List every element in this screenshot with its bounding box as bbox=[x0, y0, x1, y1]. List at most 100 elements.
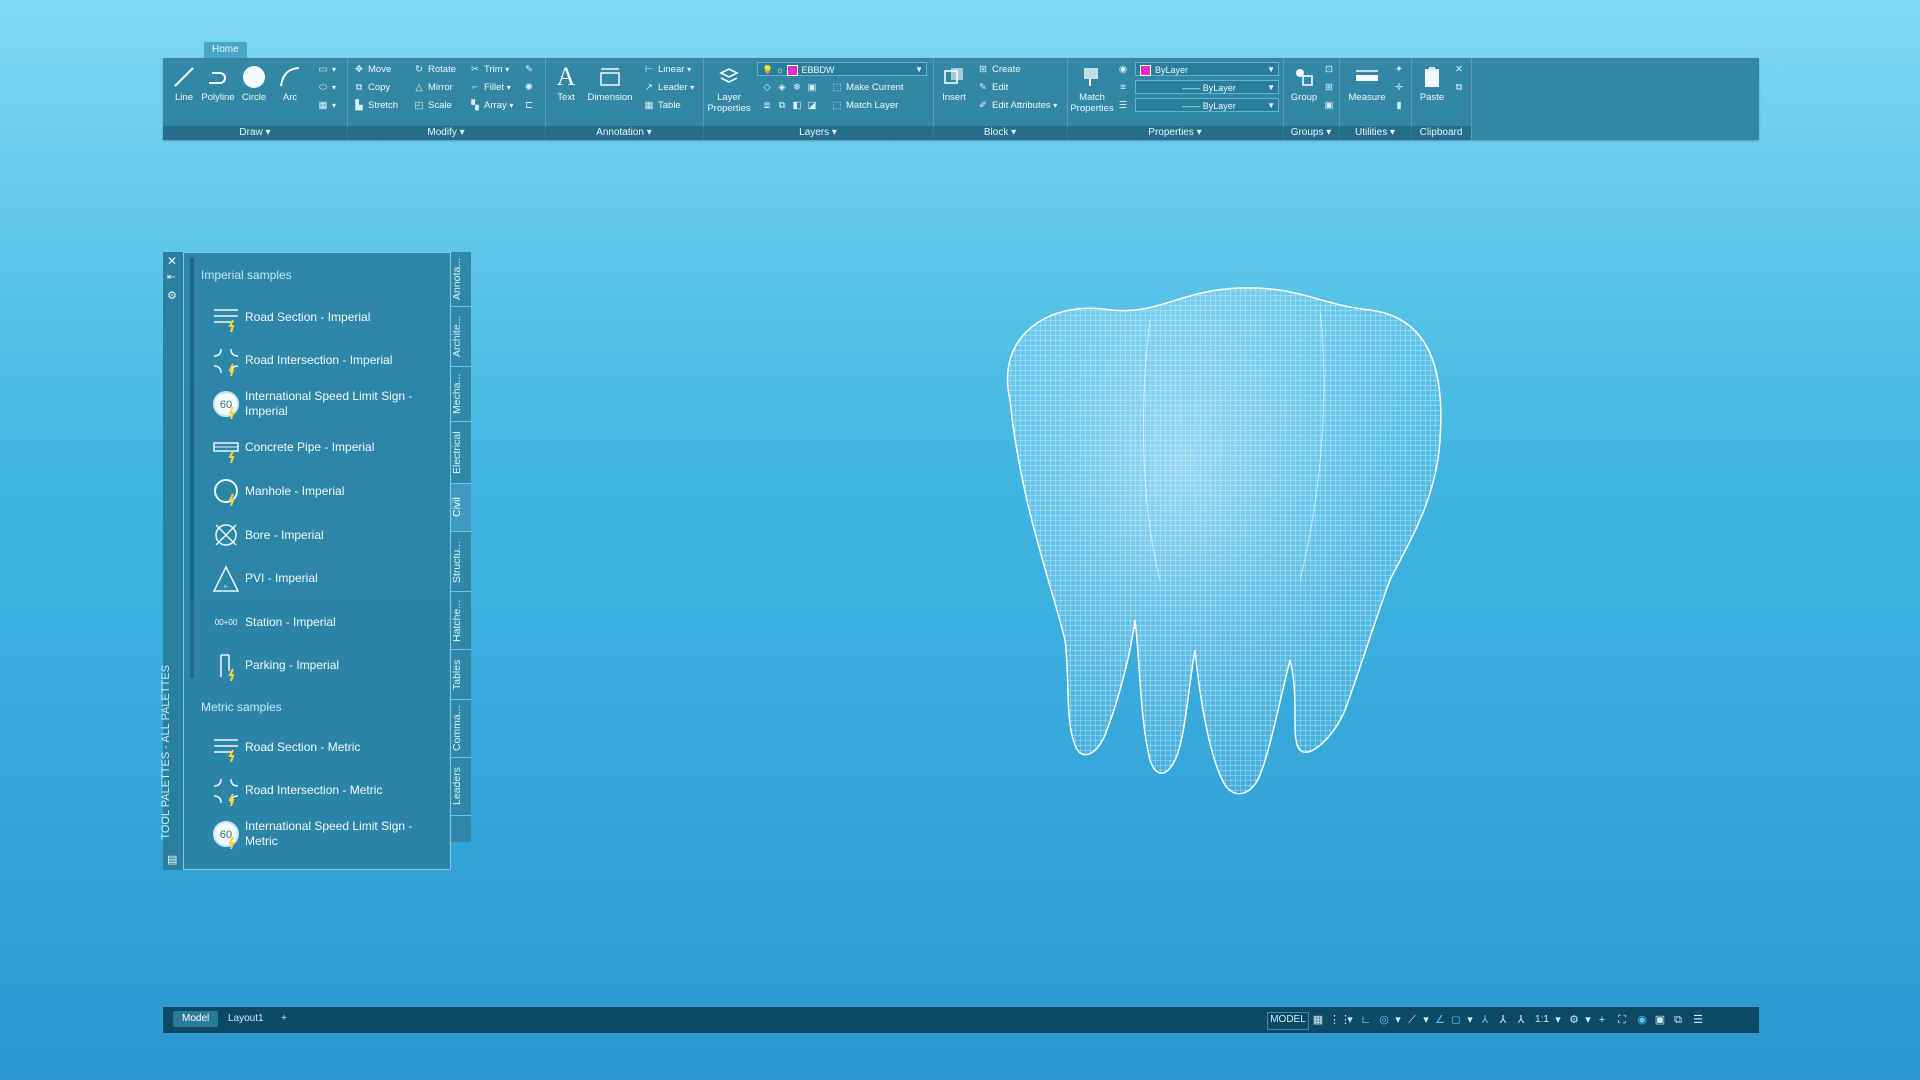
insert-button[interactable]: Insert bbox=[935, 64, 973, 103]
tab-structural[interactable]: Structu... bbox=[451, 532, 471, 592]
move-button[interactable]: ✥ Move bbox=[353, 62, 391, 77]
create-block-button[interactable]: ⊞ Create bbox=[977, 62, 1021, 77]
chevron-down-icon[interactable]: ▾ bbox=[1553, 1012, 1563, 1028]
layer-dropdown[interactable]: 💡 ☼ EBBDW ▼ bbox=[757, 62, 927, 77]
cut-icon[interactable]: ✕ bbox=[1453, 62, 1468, 77]
circle-button[interactable]: Circle bbox=[235, 64, 273, 103]
boundary-tool[interactable]: ▦ ▾ bbox=[317, 98, 337, 113]
clipboard-panel-title[interactable]: Clipboard bbox=[1411, 126, 1471, 140]
trim-button[interactable]: ✂ Trim ▾ bbox=[469, 62, 509, 77]
fillet-button[interactable]: ⌐ Fillet ▾ bbox=[469, 80, 511, 95]
tab-tables[interactable]: Tables bbox=[451, 650, 471, 700]
autohide-icon[interactable]: ⇤ bbox=[167, 272, 175, 283]
offset-button[interactable]: ⊏ bbox=[523, 98, 538, 113]
palette-scrollbar[interactable] bbox=[190, 258, 194, 678]
gear-icon[interactable]: ⚙ bbox=[167, 289, 177, 302]
palette-tool-imperial-5[interactable]: Bore - Imperial bbox=[208, 516, 448, 554]
table-button[interactable]: ▦ Table bbox=[643, 98, 681, 113]
customization-menu-icon[interactable]: ☰ bbox=[1691, 1012, 1705, 1028]
grid-icon[interactable]: ▦ bbox=[1311, 1012, 1325, 1028]
gear-icon[interactable]: ⚙ bbox=[1567, 1012, 1581, 1028]
ribbon-tab-home[interactable]: Home bbox=[204, 42, 247, 58]
calculator-icon[interactable]: ▮ bbox=[1393, 98, 1408, 113]
group-button[interactable]: Group bbox=[1285, 64, 1323, 103]
isolate-objects-icon[interactable]: ◉ bbox=[1635, 1012, 1649, 1028]
model-space-button[interactable]: MODEL bbox=[1267, 1012, 1309, 1030]
tab-mechanical[interactable]: Mecha... bbox=[451, 367, 471, 422]
palette-tool-imperial-8[interactable]: Parking - Imperial bbox=[208, 647, 448, 685]
tab-command[interactable]: Comma... bbox=[451, 700, 471, 758]
lineweight-dropdown[interactable]: —— ByLayer ▼ bbox=[1135, 98, 1279, 112]
text-button[interactable]: A Text bbox=[547, 62, 585, 103]
layer-tools-row2[interactable]: ⧈ ⧉ ◧ ◪ bbox=[761, 98, 821, 113]
add-layout-button[interactable]: + bbox=[272, 1011, 296, 1027]
chevron-down-icon[interactable]: ▾ bbox=[1345, 1012, 1355, 1028]
palette-tool-imperial-6[interactable]: ▹ PVI - Imperial bbox=[208, 560, 448, 598]
modify-panel-title[interactable]: Modify ▾ bbox=[347, 126, 545, 140]
tab-architectural[interactable]: Archite... bbox=[451, 307, 471, 367]
tab-hatches[interactable]: Hatche... bbox=[451, 592, 471, 650]
polyline-button[interactable]: Polyline bbox=[199, 64, 237, 103]
array-button[interactable]: ▚ Array ▾ bbox=[469, 98, 513, 113]
layer-tools-row1[interactable]: ◇ ◈ ❄ ▣ bbox=[761, 80, 821, 95]
block-panel-title[interactable]: Block ▾ bbox=[933, 126, 1067, 140]
group-edit-icon[interactable]: ⊞ bbox=[1323, 80, 1338, 95]
palette-tool-metric-2[interactable]: 60 International Speed Limit Sign - Metri… bbox=[208, 815, 448, 853]
tab-model[interactable]: Model bbox=[173, 1011, 219, 1027]
auto-scale-icon[interactable]: ⅄ bbox=[1495, 1012, 1511, 1028]
chevron-down-icon[interactable]: ▾ bbox=[1465, 1012, 1475, 1028]
palette-tool-imperial-1[interactable]: Road Intersection - Imperial bbox=[208, 342, 448, 380]
object-snap-icon[interactable]: ◻ bbox=[1449, 1012, 1463, 1028]
utilities-panel-title[interactable]: Utilities ▾ bbox=[1339, 126, 1411, 140]
group-select-icon[interactable]: ▣ bbox=[1323, 98, 1338, 113]
chevron-down-icon[interactable]: ▾ bbox=[1583, 1012, 1593, 1028]
polar-tracking-icon[interactable]: ◎ bbox=[1377, 1012, 1391, 1028]
measure-button[interactable]: Measure bbox=[1345, 64, 1389, 103]
rectangle-tool[interactable]: ▭ ▾ bbox=[317, 62, 337, 77]
plus-icon[interactable]: + bbox=[1595, 1012, 1609, 1028]
scale-dropdown[interactable]: 1:1 bbox=[1531, 1012, 1553, 1028]
tab-layout1[interactable]: Layout1 bbox=[219, 1011, 273, 1027]
annotation-visibility-icon[interactable]: ⅄ bbox=[1477, 1012, 1493, 1028]
close-icon[interactable]: ✕ bbox=[167, 254, 177, 268]
annotation-scale-icon[interactable]: ⅄ bbox=[1513, 1012, 1529, 1028]
tab-electrical[interactable]: Electrical bbox=[451, 422, 471, 484]
hatch-tool[interactable]: ⬭ ▾ bbox=[317, 80, 336, 95]
match-layer-button[interactable]: ⬚ Match Layer bbox=[831, 98, 899, 113]
make-current-button[interactable]: ⬚ Make Current bbox=[831, 80, 904, 95]
chevron-down-icon[interactable]: ▾ bbox=[1421, 1012, 1431, 1028]
match-properties-button[interactable]: Match Properties bbox=[1069, 64, 1115, 114]
object-snap-tracking-icon[interactable]: ∠ bbox=[1433, 1012, 1447, 1028]
palette-tool-imperial-0[interactable]: Road Section - Imperial bbox=[208, 298, 448, 336]
mirror-button[interactable]: △ Mirror bbox=[413, 80, 452, 95]
copy-clip-icon[interactable]: ⧉ bbox=[1453, 80, 1468, 95]
edit-block-button[interactable]: ✎ Edit bbox=[977, 80, 1008, 95]
tab-annotation[interactable]: Annota... bbox=[451, 252, 471, 307]
palette-tool-imperial-4[interactable]: Manhole - Imperial bbox=[208, 472, 448, 510]
palette-tool-metric-0[interactable]: Road Section - Metric bbox=[208, 728, 448, 766]
scale-button[interactable]: ◰ Scale bbox=[413, 98, 452, 113]
erase-button[interactable]: ✎ bbox=[523, 62, 538, 77]
palette-tool-imperial-7[interactable]: 00+00 Station - Imperial bbox=[208, 603, 448, 641]
groups-panel-title[interactable]: Groups ▾ bbox=[1283, 126, 1339, 140]
palette-tool-imperial-3[interactable]: Concrete Pipe - Imperial bbox=[208, 429, 448, 467]
tooth-3d-model[interactable] bbox=[990, 280, 1460, 810]
arc-button[interactable]: Arc bbox=[271, 64, 309, 103]
hardware-acceleration-icon[interactable]: ▣ bbox=[1653, 1012, 1667, 1028]
layer-properties-button[interactable]: Layer Properties bbox=[705, 64, 753, 114]
draw-panel-title[interactable]: Draw ▾ bbox=[163, 126, 347, 140]
rotate-button[interactable]: ↻ Rotate bbox=[413, 62, 456, 77]
annotation-panel-title[interactable]: Annotation ▾ bbox=[545, 126, 703, 140]
linear-dimension-button[interactable]: ⊢ Linear ▾ bbox=[643, 62, 691, 77]
point-icon[interactable]: ✛ bbox=[1393, 80, 1408, 95]
ortho-icon[interactable]: ∟ bbox=[1359, 1012, 1373, 1028]
linetype-dropdown[interactable]: —— ByLayer ▼ bbox=[1135, 80, 1279, 94]
tab-civil[interactable]: Civil bbox=[451, 484, 471, 532]
edit-attributes-button[interactable]: ✐ Edit Attributes ▾ bbox=[977, 98, 1057, 113]
properties-panel-title[interactable]: Properties ▾ bbox=[1067, 126, 1283, 140]
clean-screen-icon[interactable]: ⧉ bbox=[1671, 1012, 1685, 1028]
chevron-down-icon[interactable]: ▾ bbox=[1393, 1012, 1403, 1028]
palette-tool-imperial-2[interactable]: 60 International Speed Limit Sign - Imper… bbox=[208, 385, 448, 423]
palette-menu-icon[interactable]: ▤ bbox=[167, 853, 177, 866]
dimension-button[interactable]: Dimension bbox=[585, 64, 635, 103]
